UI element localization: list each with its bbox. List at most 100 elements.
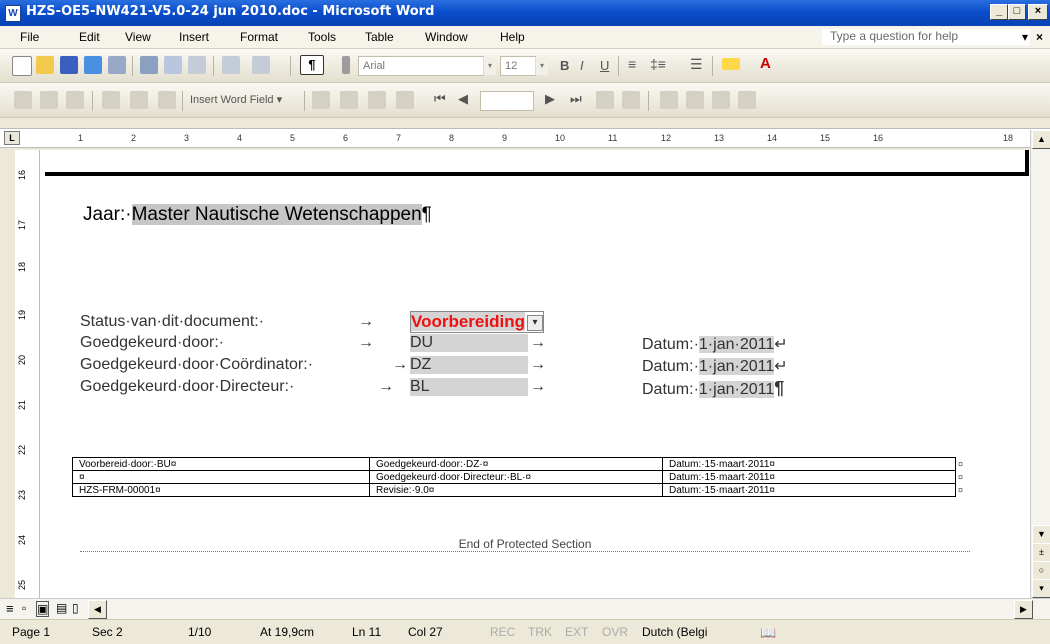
table-cell[interactable]: Datum:·15·maart·2011¤ [662,470,956,484]
close-button[interactable]: × [1028,4,1048,20]
approver-field[interactable]: DU [410,334,528,352]
menu-help[interactable]: Help [500,30,525,44]
print-preview-icon[interactable] [164,56,182,74]
find-entry-icon[interactable] [596,91,614,109]
save-icon[interactable] [60,56,78,74]
horizontal-ruler[interactable]: L 1 2 3 4 5 6 7 8 9 10 11 12 13 14 15 16… [0,128,1050,148]
print-layout-icon[interactable]: ▣ [36,601,50,617]
font-dropdown-icon[interactable]: ▾ [483,57,496,75]
last-record-icon[interactable]: ⏭ [570,91,582,107]
datum-field[interactable]: 1·jan·2011 [698,381,775,398]
menu-edit[interactable]: Edit [79,30,100,44]
vertical-scrollbar[interactable]: ▲ ▼ ± ○ ▾ [1030,130,1050,600]
status-ext[interactable]: EXT [565,625,588,639]
menu-format[interactable]: Format [240,30,278,44]
close-document-icon[interactable]: × [1036,30,1043,44]
status-trk[interactable]: TRK [528,625,552,639]
maximize-button[interactable]: □ [1008,4,1026,20]
bullets-icon[interactable]: ☰ [690,56,703,73]
table-cell[interactable]: Revisie:·9.0¤ [369,483,663,497]
permission-icon[interactable] [84,56,102,74]
scroll-down-icon[interactable]: ▼ [1032,525,1050,544]
email-icon[interactable] [108,56,126,74]
scroll-left-icon[interactable]: ◀ [88,600,107,619]
minimize-button[interactable]: _ [990,4,1008,20]
italic-button[interactable]: I [580,58,584,73]
spelling-icon[interactable] [188,56,206,74]
menu-insert[interactable]: Insert [179,30,209,44]
highlight-merge-fields-icon[interactable] [340,91,358,109]
insert-greeting-icon[interactable] [130,91,148,109]
bold-button[interactable]: B [560,58,569,73]
spelling-status-icon[interactable]: 📖 [760,625,776,641]
reading-layout-icon[interactable]: ▯ [72,601,79,615]
merge-to-email-icon[interactable] [712,91,730,109]
horizontal-scrollbar[interactable]: ≡ ▫ ▣ ▤ ▯ ◀ ▶ [0,598,1050,619]
merge-to-fax-icon[interactable] [738,91,756,109]
line-spacing-icon[interactable]: ‡≡ [650,56,666,72]
help-dropdown-icon[interactable]: ▾ [1022,30,1028,44]
menu-tools[interactable]: Tools [308,30,336,44]
previous-record-icon[interactable]: ◀ [458,91,468,107]
status-value[interactable]: Voorbereiding [411,312,525,331]
outline-view-icon[interactable]: ▤ [56,601,67,615]
main-document-setup-icon[interactable] [14,91,32,109]
table-cell[interactable]: Voorbereid·door:·BU¤ [72,457,370,471]
table-cell[interactable]: Goedgekeurd·door:·DZ·¤ [369,457,663,471]
justify-icon[interactable]: ≡ [628,56,636,72]
recipients-icon[interactable] [66,91,84,109]
undo-icon[interactable] [252,56,270,74]
datum-field[interactable]: 1·jan·2011 [698,336,775,353]
merge-to-document-icon[interactable] [660,91,678,109]
normal-view-icon[interactable]: ≡ [6,601,14,616]
merge-to-printer-icon[interactable] [686,91,704,109]
menu-window[interactable]: Window [425,30,468,44]
previous-page-icon[interactable]: ± [1032,543,1050,562]
insert-merge-fields-icon[interactable] [158,91,176,109]
table-cell[interactable]: Datum:·15·maart·2011¤ [662,483,956,497]
next-page-icon[interactable]: ▾ [1032,579,1050,598]
web-layout-icon[interactable]: ▫ [22,601,26,615]
open-data-source-icon[interactable] [40,91,58,109]
check-errors-icon[interactable] [622,91,640,109]
vertical-ruler[interactable]: 16 17 18 19 20 21 22 23 24 25 [15,150,40,598]
coordinator-field[interactable]: DZ [410,356,528,374]
status-language[interactable]: Dutch (Belgi [642,625,707,639]
paste-icon[interactable] [222,56,240,74]
toolbar-grip-icon[interactable] [342,56,350,74]
go-to-record-input[interactable] [480,91,534,111]
match-fields-icon[interactable] [368,91,386,109]
propagate-labels-icon[interactable] [396,91,414,109]
next-record-icon[interactable]: ▶ [545,91,555,107]
table-cell[interactable]: ¤ [72,470,370,484]
word-app-icon[interactable]: W [5,5,21,22]
select-browse-object-icon[interactable]: ○ [1032,561,1050,580]
first-record-icon[interactable]: ⏮ [434,91,446,107]
insert-word-field-button[interactable]: Insert Word Field ▾ [190,93,282,106]
insert-address-block-icon[interactable] [102,91,120,109]
menu-view[interactable]: View [125,30,151,44]
menu-table[interactable]: Table [365,30,394,44]
print-icon[interactable] [140,56,158,74]
underline-button[interactable]: U [600,58,609,73]
scroll-right-icon[interactable]: ▶ [1014,600,1033,619]
highlight-icon[interactable] [722,58,740,70]
open-folder-icon[interactable] [36,56,54,74]
status-ovr[interactable]: OVR [602,625,628,639]
new-document-icon[interactable] [12,56,32,76]
table-cell[interactable]: Datum:·15·maart·2011¤ [662,457,956,471]
table-cell[interactable]: Goedgekeurd·door·Directeur:·BL·¤ [369,470,663,484]
status-dropdown[interactable]: Voorbereiding ▾ [410,311,544,333]
table-cell[interactable]: HZS-FRM-00001¤ [72,483,370,497]
show-formatting-button[interactable]: ¶ [300,55,324,75]
datum-field[interactable]: 1·jan·2011 [698,358,775,375]
font-color-icon[interactable]: A [760,55,771,72]
font-name-box[interactable]: Arial [358,56,484,76]
font-size-dropdown-icon[interactable]: ▾ [535,57,548,75]
status-rec[interactable]: REC [490,625,515,639]
director-field[interactable]: BL [410,378,528,396]
dropdown-arrow-icon[interactable]: ▾ [526,314,543,331]
menu-file[interactable]: File [20,30,39,44]
font-size-box[interactable]: 12 [500,56,536,76]
jaar-field[interactable]: Master Nautische Wetenschappen [131,204,422,225]
